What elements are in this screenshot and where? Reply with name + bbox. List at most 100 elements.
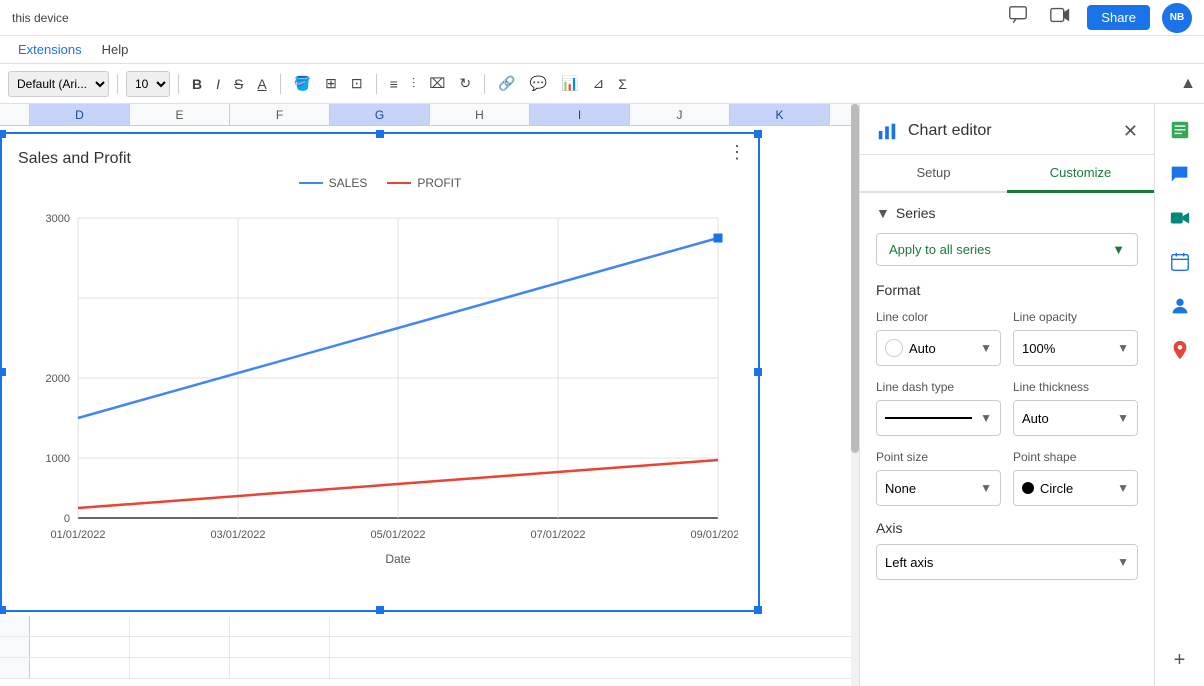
toolbar: Default (Ari... 10 B I S A 🪣 ⊞ ⊡ ≡ ⫶ ⌧ ↻… — [0, 64, 1204, 104]
workspace-calendar-icon[interactable] — [1162, 244, 1198, 280]
line-dash-group: Line dash type ▼ — [876, 380, 1001, 436]
point-shape-label: Point shape — [1013, 450, 1138, 464]
font-size-select[interactable]: 10 — [126, 71, 170, 97]
chart-button[interactable]: 📊 — [556, 72, 583, 95]
bold-button[interactable]: B — [187, 73, 207, 95]
main-content: D E F G H I J K ⋮ — [0, 104, 1204, 686]
meet-icon-btn[interactable] — [1045, 0, 1075, 35]
series-section-header[interactable]: ▼ Series — [876, 205, 1138, 221]
tab-customize[interactable]: Customize — [1007, 155, 1154, 193]
apply-to-all-series-dropdown[interactable]: Apply to all series ▼ — [876, 233, 1138, 266]
drag-handle-tl[interactable] — [0, 130, 6, 138]
comment-button[interactable]: 💬 — [525, 72, 552, 95]
svg-text:05/01/2022: 05/01/2022 — [370, 529, 425, 541]
borders-button[interactable]: ⊞ — [320, 72, 342, 95]
formula-button[interactable]: Σ — [613, 73, 632, 95]
editor-body: ▼ Series Apply to all series ▼ Format Li… — [860, 193, 1154, 592]
link-button[interactable]: 🔗 — [493, 72, 520, 95]
scrollbar-track[interactable] — [851, 104, 859, 686]
add-icon: + — [1174, 649, 1186, 672]
line-opacity-select[interactable]: 100% ▼ — [1013, 330, 1138, 366]
line-opacity-label: Line opacity — [1013, 310, 1138, 324]
strikethrough-button[interactable]: S — [229, 73, 248, 95]
chart-svg: 0 1000 2000 3000 01/01/2022 03/01/2022 0… — [18, 198, 738, 578]
drag-handle-br[interactable] — [754, 606, 762, 614]
share-button[interactable]: Share — [1087, 5, 1150, 30]
drag-handle-bl[interactable] — [0, 606, 6, 614]
paint-bucket-button[interactable]: 🪣 — [289, 72, 316, 95]
drag-handle-bm[interactable] — [376, 606, 384, 614]
grid-cell-3-f[interactable] — [230, 658, 330, 678]
font-family-select[interactable]: Default (Ari... — [8, 71, 109, 97]
axis-select[interactable]: Left axis ▼ — [876, 544, 1138, 580]
tab-setup[interactable]: Setup — [860, 155, 1007, 193]
align-button[interactable]: ≡ — [385, 73, 403, 95]
col-header-h: H — [430, 104, 530, 125]
line-dash-select[interactable]: ▼ — [876, 400, 1001, 436]
scrollbar-thumb[interactable] — [851, 104, 859, 453]
line-thickness-label: Line thickness — [1013, 380, 1138, 394]
grid-cell-3-d[interactable] — [30, 658, 130, 678]
grid-cell-3-e[interactable] — [130, 658, 230, 678]
merge-button[interactable]: ⊡ — [346, 72, 368, 95]
grid-cell-2-f[interactable] — [230, 637, 330, 657]
extensions-menu[interactable]: Extensions — [12, 40, 88, 59]
workspace-maps-icon[interactable] — [1162, 332, 1198, 368]
svg-text:2000: 2000 — [46, 373, 70, 385]
apply-series-label: Apply to all series — [889, 242, 991, 257]
workspace-add-icon[interactable]: + — [1162, 642, 1198, 678]
apply-series-chevron-icon: ▼ — [1112, 242, 1125, 257]
dash-preview — [885, 417, 972, 419]
rotate-button[interactable]: ↻ — [454, 72, 476, 95]
chart-legend: SALES PROFIT — [18, 176, 742, 190]
svg-text:09/01/2022: 09/01/2022 — [690, 529, 738, 541]
drag-handle-tr[interactable] — [754, 130, 762, 138]
chart-editor-panel: Chart editor ✕ Setup Customize ▼ Series … — [859, 104, 1154, 686]
wrap-button[interactable]: ⌧ — [424, 72, 450, 95]
grid-cell-1-e[interactable] — [130, 616, 230, 636]
workspace-chat-icon[interactable] — [1162, 156, 1198, 192]
chart-more-button[interactable]: ⋮ — [728, 142, 746, 163]
drag-handle-ml[interactable] — [0, 368, 6, 376]
help-menu[interactable]: Help — [96, 40, 135, 59]
filter-button[interactable]: ⊿ — [587, 72, 609, 95]
chart-title: Sales and Profit — [18, 150, 742, 168]
valign-button[interactable]: ⫶ — [407, 72, 421, 95]
legend-profit-line — [387, 182, 411, 184]
line-color-row: Line color Auto ▼ Line opacity 100% ▼ — [876, 310, 1138, 366]
axis-value: Left axis — [885, 555, 933, 570]
point-row: Point size None ▼ Point shape Circle ▼ — [876, 450, 1138, 506]
workspace-sidebar: + — [1154, 104, 1204, 686]
grid-cell-1-f[interactable] — [230, 616, 330, 636]
drag-handle-mr[interactable] — [754, 368, 762, 376]
point-shape-value: Circle — [1040, 481, 1073, 496]
workspace-contacts-icon[interactable] — [1162, 288, 1198, 324]
toolbar-collapse-button[interactable]: ▲ — [1180, 75, 1196, 93]
grid-cell-2-d[interactable] — [30, 637, 130, 657]
line-thickness-select[interactable]: Auto ▼ — [1013, 400, 1138, 436]
line-color-value: Auto — [909, 341, 936, 356]
chart-editor-icon — [876, 120, 898, 142]
drag-handle-tm[interactable] — [376, 130, 384, 138]
point-shape-select[interactable]: Circle ▼ — [1013, 470, 1138, 506]
italic-button[interactable]: I — [211, 73, 225, 95]
svg-text:Date: Date — [385, 552, 411, 566]
line-dash-label: Line dash type — [876, 380, 1001, 394]
col-header-e: E — [130, 104, 230, 125]
grid-cell-2-e[interactable] — [130, 637, 230, 657]
col-header-k: K — [730, 104, 830, 125]
workspace-meet-icon[interactable] — [1162, 200, 1198, 236]
grid-cell-1-d[interactable] — [30, 616, 130, 636]
svg-text:01/01/2022: 01/01/2022 — [50, 529, 105, 541]
point-size-select[interactable]: None ▼ — [876, 470, 1001, 506]
comment-icon-btn[interactable] — [1003, 0, 1033, 35]
workspace-sheets-icon[interactable] — [1162, 112, 1198, 148]
line-color-select[interactable]: Auto ▼ — [876, 330, 1001, 366]
axis-chevron-icon: ▼ — [1117, 555, 1129, 569]
line-color-group: Line color Auto ▼ — [876, 310, 1001, 366]
row-num-1 — [0, 616, 30, 636]
underline-button[interactable]: A — [252, 73, 271, 95]
close-editor-button[interactable]: ✕ — [1123, 121, 1138, 142]
grid-row-1 — [0, 616, 851, 637]
grid-row-3 — [0, 658, 851, 679]
